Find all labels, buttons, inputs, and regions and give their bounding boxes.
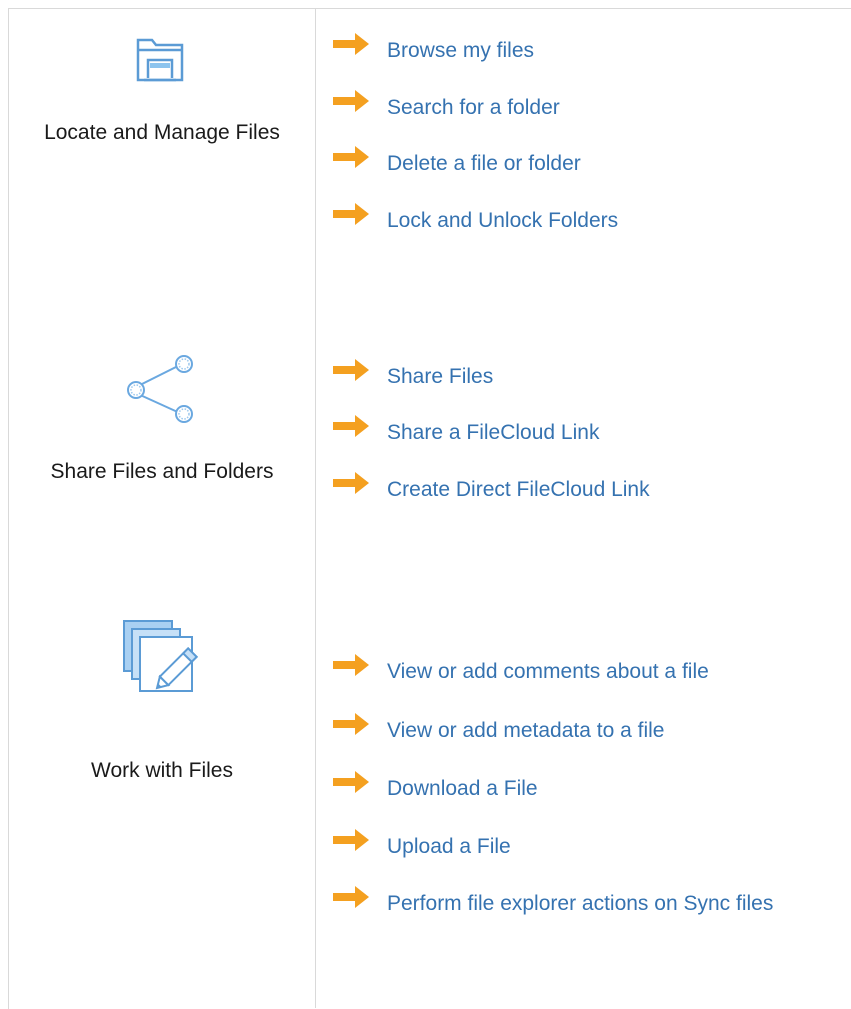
arrow-right-icon: [333, 146, 369, 168]
column-divider: [315, 8, 316, 1008]
arrow-right-icon: [333, 713, 369, 735]
arrow-right-icon: [333, 654, 369, 676]
link-create-direct-link[interactable]: Create Direct FileCloud Link: [333, 472, 650, 505]
arrow-right-icon: [333, 886, 369, 908]
link-label[interactable]: Create Direct FileCloud Link: [387, 477, 650, 503]
link-label[interactable]: Share a FileCloud Link: [387, 420, 599, 446]
arrow-right-icon: [333, 359, 369, 381]
link-upload-file[interactable]: Upload a File: [333, 829, 511, 862]
link-label[interactable]: View or add comments about a file: [387, 659, 709, 685]
link-share-files[interactable]: Share Files: [333, 359, 493, 392]
link-delete-file[interactable]: Delete a file or folder: [333, 146, 581, 179]
link-label[interactable]: Upload a File: [387, 834, 511, 860]
edit-files-icon: [122, 619, 204, 706]
folder-icon: [134, 34, 186, 89]
arrow-right-icon: [333, 203, 369, 225]
arrow-right-icon: [333, 771, 369, 793]
arrow-right-icon: [333, 415, 369, 437]
link-view-comments[interactable]: View or add comments about a file: [333, 654, 709, 687]
link-explorer-actions[interactable]: Perform file explorer actions on Sync fi…: [333, 886, 773, 919]
arrow-right-icon: [333, 472, 369, 494]
link-share-filecloud-link[interactable]: Share a FileCloud Link: [333, 415, 599, 448]
link-label[interactable]: Search for a folder: [387, 95, 560, 121]
arrow-right-icon: [333, 90, 369, 112]
link-label[interactable]: Download a File: [387, 776, 538, 802]
section-title-locate: Locate and Manage Files: [44, 121, 280, 144]
arrow-right-icon: [333, 33, 369, 55]
link-lock-unlock[interactable]: Lock and Unlock Folders: [333, 203, 618, 236]
link-download-file[interactable]: Download a File: [333, 771, 538, 804]
link-label[interactable]: Lock and Unlock Folders: [387, 208, 618, 234]
link-label[interactable]: Delete a file or folder: [387, 151, 581, 177]
link-label[interactable]: Share Files: [387, 364, 493, 390]
link-label[interactable]: Perform file explorer actions on Sync fi…: [387, 891, 773, 917]
section-title-share: Share Files and Folders: [50, 460, 274, 483]
link-search-folder[interactable]: Search for a folder: [333, 90, 560, 123]
link-browse-files[interactable]: Browse my files: [333, 33, 534, 66]
link-label[interactable]: View or add metadata to a file: [387, 718, 664, 744]
link-label[interactable]: Browse my files: [387, 38, 534, 64]
arrow-right-icon: [333, 829, 369, 851]
section-title-work: Work with Files: [91, 759, 233, 782]
link-view-metadata[interactable]: View or add metadata to a file: [333, 713, 664, 746]
share-icon: [124, 354, 198, 431]
